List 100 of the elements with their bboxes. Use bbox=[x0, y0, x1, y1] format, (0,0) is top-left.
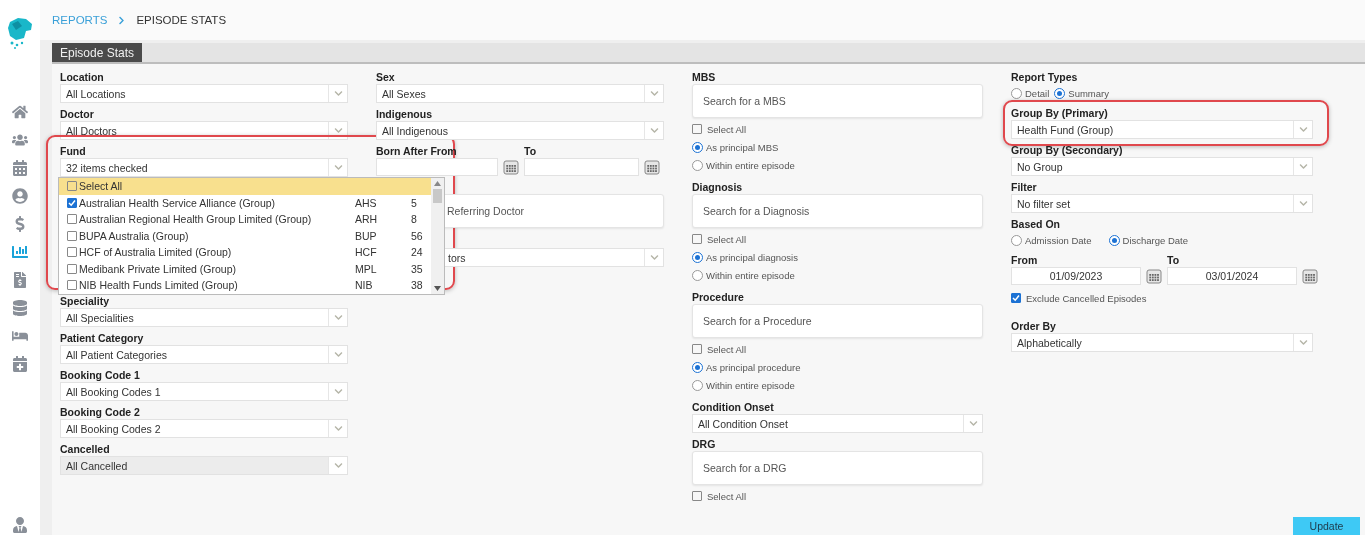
radio-button[interactable] bbox=[692, 141, 703, 153]
field-label: Procedure bbox=[692, 290, 745, 304]
checkbox[interactable] bbox=[67, 263, 77, 274]
checkbox[interactable] bbox=[67, 280, 77, 291]
option-label: Exclude Cancelled Episodes bbox=[1026, 292, 1147, 304]
calendar-icon[interactable] bbox=[12, 160, 28, 176]
dropdown[interactable]: 32 items checked bbox=[60, 158, 348, 177]
field-label: Report Types bbox=[1011, 70, 1079, 84]
users-icon[interactable] bbox=[12, 132, 28, 148]
radio-button[interactable] bbox=[692, 159, 703, 171]
scroll-up-icon[interactable] bbox=[434, 181, 441, 186]
user-icon[interactable] bbox=[12, 188, 28, 204]
dropdown[interactable]: All Indigenous bbox=[376, 121, 664, 140]
chevron-down-icon bbox=[1298, 162, 1308, 171]
field-label: Booking Code 2 bbox=[60, 405, 141, 419]
calendar-icon[interactable] bbox=[1302, 268, 1318, 284]
checkbox[interactable] bbox=[692, 344, 702, 354]
dropdown[interactable]: All Sexes bbox=[376, 84, 664, 103]
checkbox[interactable] bbox=[692, 491, 702, 501]
field-label: Booking Code 1 bbox=[60, 368, 141, 382]
search-field[interactable]: Search for a DRG bbox=[692, 451, 983, 485]
chevron-down-icon bbox=[333, 89, 343, 98]
chevron-down-icon bbox=[1298, 125, 1308, 134]
invoice-icon[interactable] bbox=[12, 272, 28, 288]
calendar-plus-icon[interactable] bbox=[12, 356, 28, 372]
search-field[interactable]: Search for a Diagnosis bbox=[692, 194, 983, 228]
dropdown[interactable]: All Locations bbox=[60, 84, 348, 103]
date-field[interactable]: 03/01/2024 bbox=[1167, 267, 1297, 285]
dropdown[interactable]: All Specialities bbox=[60, 308, 348, 327]
field-label: Indigenous bbox=[376, 107, 433, 121]
chevron-down-icon bbox=[333, 350, 343, 359]
database-icon[interactable] bbox=[12, 300, 28, 316]
field-label: MBS bbox=[692, 70, 717, 84]
update-button[interactable]: Update bbox=[1293, 517, 1360, 535]
option-label: As principal diagnosis bbox=[706, 251, 798, 263]
breadcrumb-current: EPISODE STATS bbox=[136, 14, 227, 26]
calendar-icon[interactable] bbox=[503, 159, 519, 175]
dropdown[interactable]: All Booking Codes 1 bbox=[60, 382, 348, 401]
scrollbar[interactable] bbox=[431, 178, 444, 294]
bed-icon[interactable] bbox=[12, 328, 28, 344]
radio-button[interactable] bbox=[1011, 87, 1022, 99]
field-label: Order By bbox=[1011, 319, 1057, 333]
radio-button[interactable] bbox=[692, 269, 703, 281]
user-tie-icon[interactable] bbox=[12, 517, 28, 533]
chevron-down-icon bbox=[333, 461, 343, 470]
checkbox[interactable] bbox=[1011, 293, 1021, 303]
dropdown[interactable]: Alphabetically bbox=[1011, 333, 1313, 352]
field-label: Group By (Secondary) bbox=[1011, 143, 1124, 157]
field-label: Speciality bbox=[60, 294, 111, 308]
scroll-down-icon[interactable] bbox=[434, 285, 441, 291]
field-label: Group By (Primary) bbox=[1011, 106, 1109, 120]
logo-icon[interactable] bbox=[6, 16, 34, 50]
checkbox[interactable] bbox=[67, 181, 77, 192]
checkbox[interactable] bbox=[67, 230, 77, 241]
chevron-down-icon bbox=[968, 419, 978, 428]
radio-button[interactable] bbox=[692, 251, 703, 263]
field-label: To bbox=[1167, 253, 1181, 267]
chevron-right-icon bbox=[117, 15, 127, 25]
radio-button[interactable] bbox=[1011, 234, 1022, 246]
calendar-icon[interactable] bbox=[644, 159, 660, 175]
chevron-down-icon bbox=[649, 89, 659, 98]
field-label: Patient Category bbox=[60, 331, 145, 345]
date-field[interactable]: 01/09/2023 bbox=[1011, 267, 1141, 285]
date-field[interactable] bbox=[524, 158, 639, 176]
tab[interactable]: Episode Stats bbox=[52, 43, 143, 62]
chevron-down-icon bbox=[333, 424, 343, 433]
home-icon[interactable] bbox=[12, 104, 28, 120]
checkbox[interactable] bbox=[67, 214, 77, 225]
chevron-down-icon bbox=[649, 253, 659, 262]
checkbox[interactable] bbox=[67, 247, 77, 258]
radio-button[interactable] bbox=[1054, 87, 1066, 99]
field-label: Sex bbox=[376, 70, 396, 84]
dropdown[interactable]: Health Fund (Group) bbox=[1011, 120, 1313, 139]
field-label: Diagnosis bbox=[692, 180, 744, 194]
calendar-icon[interactable] bbox=[1146, 268, 1162, 284]
dropdown[interactable]: No filter set bbox=[1011, 194, 1313, 213]
option-label: As principal MBS bbox=[706, 141, 779, 153]
checkbox[interactable] bbox=[67, 197, 77, 208]
field-label: From bbox=[1011, 253, 1039, 267]
checkbox[interactable] bbox=[692, 234, 702, 244]
radio-button[interactable] bbox=[692, 361, 703, 373]
radio-button[interactable] bbox=[692, 379, 703, 391]
option-label: Discharge Date bbox=[1122, 234, 1188, 246]
search-field[interactable]: Search for a Procedure bbox=[692, 304, 983, 338]
select-all-option[interactable]: Select All bbox=[59, 178, 431, 195]
field-label: Condition Onset bbox=[692, 400, 775, 414]
field-label: DRG bbox=[692, 437, 717, 451]
dropdown[interactable]: All Condition Onset bbox=[692, 414, 983, 433]
chevron-down-icon bbox=[649, 126, 659, 135]
date-field[interactable] bbox=[376, 158, 498, 176]
checkbox[interactable] bbox=[692, 124, 702, 134]
scroll-thumb[interactable] bbox=[433, 189, 442, 203]
option-label: Detail bbox=[1025, 87, 1050, 99]
dropdown[interactable]: All Patient Categories bbox=[60, 345, 348, 364]
chevron-down-icon bbox=[1298, 199, 1308, 208]
dropdown[interactable]: No Group bbox=[1011, 157, 1313, 176]
radio-button[interactable] bbox=[1108, 234, 1120, 246]
bar-chart-icon[interactable] bbox=[12, 244, 28, 260]
dropdown[interactable]: All Booking Codes 2 bbox=[60, 419, 348, 438]
search-field[interactable]: Search for a MBS bbox=[692, 84, 983, 118]
